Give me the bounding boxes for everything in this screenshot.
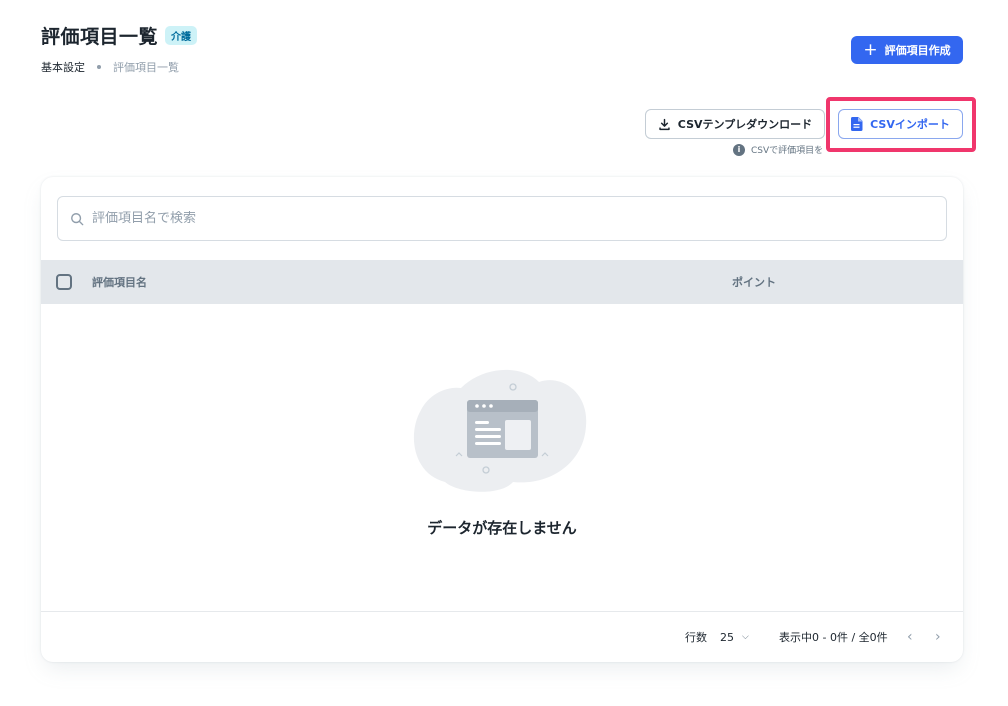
rows-per-page-label: 行数 bbox=[685, 631, 707, 644]
chevron-down-icon: ⌵ bbox=[742, 632, 749, 642]
csv-hint-text: CSVで評価項目を bbox=[751, 146, 824, 156]
page: 評価項目一覧 介護 基本設定 評価項目一覧 + 評価項目作成 CSVテンプレダウ… bbox=[0, 0, 1008, 706]
empty-box-illustration bbox=[413, 369, 587, 492]
create-evaluation-item-button[interactable]: + 評価項目作成 bbox=[851, 36, 963, 64]
breadcrumb-current: 評価項目一覧 bbox=[113, 61, 179, 74]
page-title: 評価項目一覧 bbox=[41, 26, 159, 48]
csv-template-download-button[interactable]: CSVテンプレダウンロード bbox=[645, 109, 825, 139]
table-header: 評価項目名 ポイント bbox=[41, 260, 963, 304]
breadcrumb-basic-settings[interactable]: 基本設定 bbox=[41, 59, 85, 75]
title-row: 評価項目一覧 介護 bbox=[41, 22, 198, 49]
download-button-label: CSVテンプレダウンロード bbox=[677, 118, 813, 131]
create-button-label: 評価項目作成 bbox=[884, 44, 951, 57]
rows-per-page-value: 25 bbox=[720, 630, 734, 644]
info-icon: i bbox=[733, 143, 745, 156]
search-input[interactable] bbox=[92, 211, 892, 226]
chevron-right-icon[interactable]: › bbox=[935, 629, 941, 645]
column-header-points[interactable]: ポイント bbox=[732, 274, 776, 290]
csv-import-button[interactable]: CSVインポート bbox=[838, 109, 963, 139]
column-header-name[interactable]: 評価項目名 bbox=[92, 274, 147, 290]
breadcrumb: 基本設定 評価項目一覧 bbox=[41, 59, 179, 75]
plus-icon: + bbox=[863, 39, 878, 60]
search-box bbox=[57, 196, 947, 241]
file-icon bbox=[851, 117, 863, 131]
service-badge: 介護 bbox=[165, 26, 198, 45]
csv-hint: i CSVで評価項目を bbox=[733, 143, 823, 156]
import-button-label: CSVインポート bbox=[870, 118, 950, 131]
search-icon bbox=[71, 212, 84, 225]
select-all-checkbox[interactable] bbox=[56, 274, 72, 290]
empty-state: データが存在しません bbox=[41, 304, 963, 611]
evaluation-items-card: 評価項目名 ポイント データが存在しません bbox=[41, 177, 963, 662]
breadcrumb-separator bbox=[97, 65, 101, 69]
rows-per-page-select[interactable]: 25 ⌵ bbox=[720, 631, 749, 644]
empty-message: データが存在しません bbox=[427, 519, 577, 537]
pagination: 行数 25 ⌵ 表示中0 - 0件 / 全0件 ‹ › bbox=[41, 611, 963, 662]
chevron-left-icon[interactable]: ‹ bbox=[907, 629, 913, 645]
pagination-range: 表示中0 - 0件 / 全0件 bbox=[779, 631, 888, 644]
download-icon bbox=[659, 118, 670, 130]
